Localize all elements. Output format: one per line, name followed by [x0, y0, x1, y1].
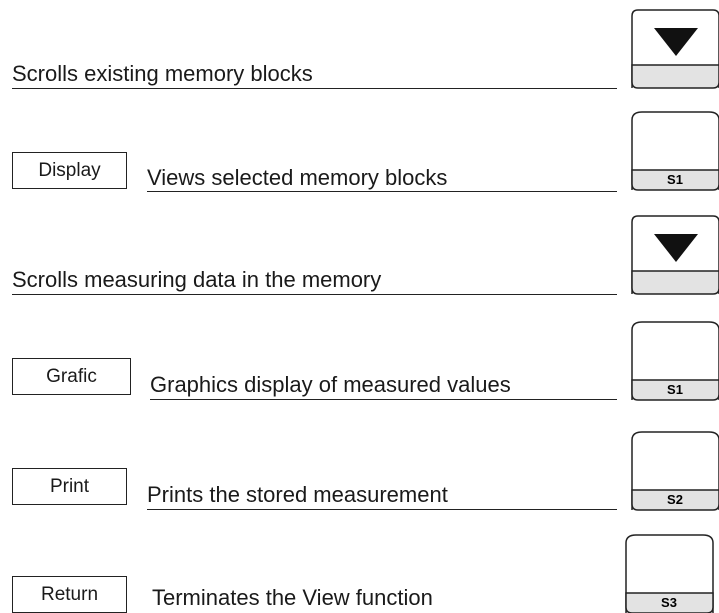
- softkey-s1[interactable]: S1: [631, 111, 719, 191]
- scroll-down-key[interactable]: [631, 215, 719, 295]
- underline: [150, 399, 617, 400]
- description-text: Prints the stored measurement: [147, 482, 448, 507]
- grafic-label-box: Grafic: [12, 358, 131, 395]
- underline: [147, 191, 617, 192]
- softkey-label: S1: [667, 172, 683, 187]
- scroll-down-key[interactable]: [631, 9, 719, 89]
- softkey-s1[interactable]: S1: [631, 321, 719, 401]
- print-label-box: Print: [12, 468, 127, 505]
- underline: [12, 88, 617, 89]
- softkey-label: S3: [661, 595, 677, 610]
- underline: [147, 509, 617, 510]
- description-text: Terminates the View function: [152, 585, 433, 610]
- softkey-label: S2: [667, 492, 683, 507]
- key-band: [631, 64, 719, 89]
- description-text: Scrolls existing memory blocks: [12, 61, 313, 86]
- return-label-box: Return: [12, 576, 127, 613]
- display-label-box: Display: [12, 152, 127, 189]
- softkey-s2[interactable]: S2: [631, 431, 719, 511]
- underline: [12, 294, 617, 295]
- softkey-label: S1: [667, 382, 683, 397]
- description-text: Graphics display of measured values: [150, 372, 511, 397]
- softkey-s3[interactable]: S3: [625, 534, 714, 613]
- description-text: Scrolls measuring data in the memory: [12, 267, 382, 292]
- key-band: [631, 270, 719, 295]
- description-text: Views selected memory blocks: [147, 165, 448, 190]
